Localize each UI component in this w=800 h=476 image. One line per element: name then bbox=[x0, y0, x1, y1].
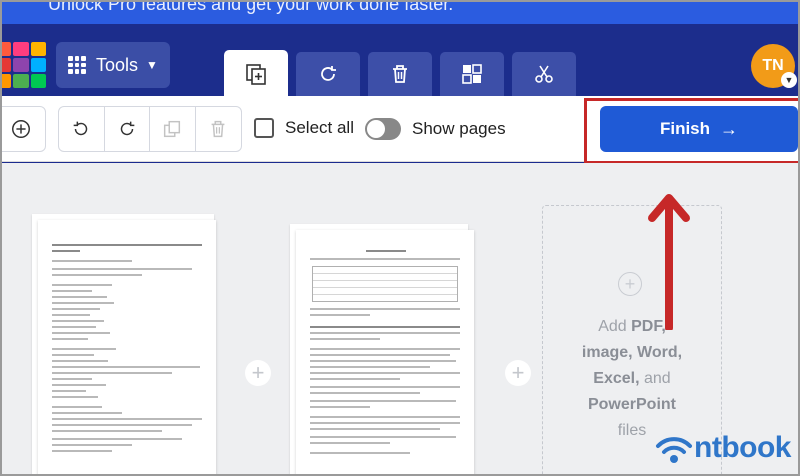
plus-circle-icon bbox=[12, 120, 30, 138]
add-files-text: Add PDF, image, Word, Excel, and PowerPo… bbox=[581, 318, 683, 439]
tab-delete[interactable] bbox=[368, 52, 432, 96]
delete-page-button[interactable] bbox=[196, 107, 241, 151]
page-thumbnail-2[interactable] bbox=[296, 230, 474, 474]
rotate-left-icon bbox=[73, 121, 88, 136]
plus-circle-icon[interactable]: + bbox=[618, 272, 642, 296]
rotate-right-button[interactable] bbox=[105, 107, 150, 151]
finish-button[interactable]: Finish → bbox=[600, 106, 798, 152]
duplicate-icon bbox=[164, 120, 181, 138]
promo-banner[interactable]: Unlock Pro features and get your work do… bbox=[2, 0, 798, 24]
duplicate-button[interactable] bbox=[150, 107, 196, 151]
add-page-group bbox=[2, 106, 46, 152]
arrow-right-icon: → bbox=[720, 118, 739, 139]
select-all-checkbox[interactable] bbox=[254, 118, 274, 138]
tools-label: Tools bbox=[96, 54, 139, 75]
show-pages-label: Show pages bbox=[412, 119, 506, 138]
rotate-icon bbox=[321, 66, 336, 81]
tools-menu-button[interactable]: Tools ▼ bbox=[56, 42, 170, 88]
app-logo[interactable] bbox=[2, 42, 46, 88]
grid-layout-icon bbox=[462, 64, 482, 84]
chevron-down-icon: ▼ bbox=[146, 58, 158, 72]
avatar-chevron-down-icon[interactable]: ▼ bbox=[781, 72, 797, 88]
trash-icon bbox=[393, 65, 407, 83]
add-page-button[interactable] bbox=[2, 107, 45, 151]
show-pages-toggle[interactable] bbox=[365, 118, 401, 140]
tab-layout[interactable] bbox=[440, 52, 504, 96]
copy-pages-icon bbox=[246, 64, 266, 85]
show-pages-control[interactable]: Show pages bbox=[365, 118, 506, 140]
avatar-initials: TN bbox=[762, 57, 784, 74]
insert-page-button[interactable]: + bbox=[505, 360, 531, 386]
page-actions-group bbox=[58, 106, 242, 152]
watermark-text: ntbook bbox=[694, 431, 791, 464]
tab-split[interactable] bbox=[512, 52, 576, 96]
app-window: Unlock Pro features and get your work do… bbox=[0, 0, 800, 476]
page-thumbnail-1[interactable] bbox=[38, 220, 216, 474]
watermark-logo: ntbook bbox=[654, 428, 791, 468]
annotation-arrow-up-icon bbox=[648, 194, 690, 330]
trash-icon bbox=[211, 120, 225, 138]
wifi-logo-icon bbox=[656, 437, 692, 463]
rotate-left-button[interactable] bbox=[59, 107, 105, 151]
scissors-icon bbox=[535, 65, 553, 83]
rotate-right-icon bbox=[120, 121, 135, 136]
apps-grid-icon bbox=[68, 56, 86, 74]
promo-text: Unlock Pro features and get your work do… bbox=[48, 0, 454, 14]
tab-organize[interactable] bbox=[224, 50, 288, 98]
select-all-control[interactable]: Select all bbox=[254, 118, 354, 138]
insert-page-button[interactable]: + bbox=[245, 360, 271, 386]
tab-rotate[interactable] bbox=[296, 52, 360, 96]
thumbnail-table bbox=[312, 266, 458, 302]
finish-label: Finish bbox=[659, 119, 711, 138]
select-all-label: Select all bbox=[285, 118, 354, 137]
